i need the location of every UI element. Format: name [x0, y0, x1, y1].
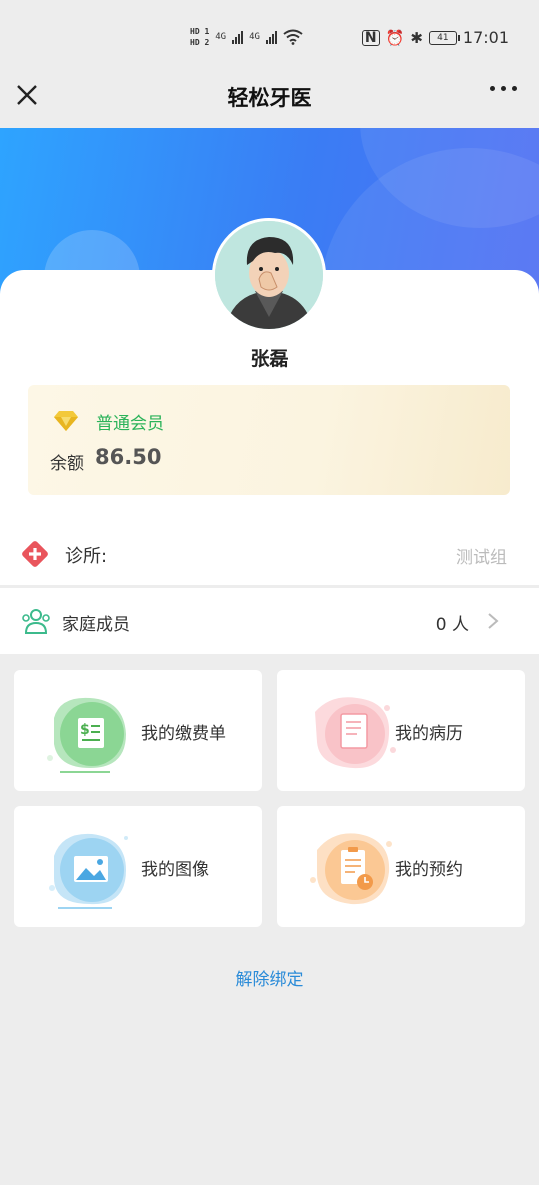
clinic-row[interactable]: 诊所: 测试组: [0, 522, 539, 585]
battery-icon: 41: [428, 30, 460, 45]
clinic-label: 诊所:: [65, 546, 108, 567]
alarm-icon: ⏰: [385, 28, 405, 47]
medical-record-icon: [315, 697, 396, 769]
medical-cross-icon: [22, 541, 48, 567]
tile-label: 我的预约: [395, 860, 463, 880]
hd2-label: HD 2: [190, 38, 210, 47]
tile-my-records[interactable]: 我的病历: [277, 670, 525, 791]
nav-bar: 轻松牙医: [0, 62, 539, 128]
clock: 17:01: [462, 28, 509, 47]
unbind-link[interactable]: 解除绑定: [0, 965, 539, 990]
wifi-icon: [283, 29, 303, 45]
image-icon: [49, 833, 128, 909]
bill-icon: $: [47, 697, 126, 773]
tile-label: 我的图像: [141, 860, 209, 880]
family-label: 家庭成员: [62, 615, 130, 635]
battery-level: 41: [437, 32, 449, 43]
balance-value: 86.50: [95, 445, 162, 469]
hd-indicator: HD 1 HD 2: [190, 26, 209, 48]
more-dots-icon[interactable]: [490, 86, 517, 91]
nfc-icon: N: [361, 29, 380, 46]
appointment-icon: [310, 833, 392, 905]
family-members-row[interactable]: 家庭成员 0 人: [0, 588, 539, 654]
status-right: N ⏰ ✱ 41 17:01: [361, 28, 509, 47]
network-type-2: 4G: [249, 32, 260, 42]
tile-label: 我的病历: [395, 724, 463, 744]
family-icon: [22, 609, 50, 634]
status-left: HD 1 HD 2 4G 4G: [190, 26, 303, 48]
tile-my-images[interactable]: 我的图像: [14, 806, 262, 927]
bluetooth-icon: ✱: [410, 28, 423, 47]
family-count: 0 人: [435, 615, 469, 635]
clinic-value: 测试组: [456, 548, 507, 568]
network-type-1: 4G: [215, 32, 227, 42]
tile-my-bills[interactable]: $ 我的缴费单: [14, 670, 262, 791]
user-name: 张磊: [250, 348, 289, 370]
page-title: 轻松牙医: [227, 86, 312, 110]
tile-label: 我的缴费单: [141, 724, 226, 744]
tile-my-appointments[interactable]: 我的预约: [277, 806, 525, 927]
diamond-icon: [54, 411, 78, 431]
chevron-right-icon: [488, 613, 499, 629]
membership-card[interactable]: 普通会员 余额 86.50: [28, 385, 510, 495]
hd1-label: HD 1: [190, 27, 210, 36]
avatar[interactable]: [212, 218, 326, 332]
signal-icon: [232, 30, 244, 44]
member-level: 普通会员: [96, 414, 164, 434]
profile-card: 张磊 普通会员 余额 86.50: [0, 218, 539, 522]
svg-text:$: $: [80, 722, 90, 738]
signal-icon-2: [265, 30, 277, 44]
balance-label: 余额: [50, 454, 84, 474]
